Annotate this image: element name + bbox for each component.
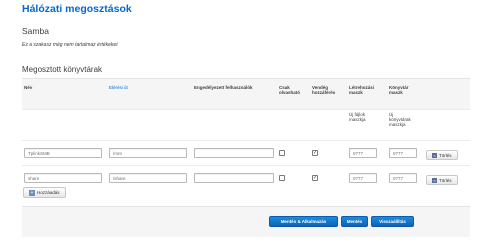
delete-button[interactable]: × Törlés bbox=[426, 150, 458, 160]
save-apply-button[interactable]: Mentés & Alkalmazás bbox=[269, 216, 338, 227]
delete-button-label: Törlés bbox=[439, 153, 452, 158]
table-description-row: Új fájlok maszkja Új könyvtárak maszkja bbox=[22, 109, 470, 141]
guest-checkbox[interactable]: ✓ bbox=[312, 175, 318, 181]
reset-button[interactable]: Visszaállítás bbox=[371, 216, 414, 227]
dirmask-input[interactable]: 0777 bbox=[389, 173, 417, 183]
x-icon: × bbox=[432, 153, 437, 159]
share-users-input[interactable] bbox=[194, 173, 274, 183]
save-button[interactable]: Mentés bbox=[341, 216, 368, 227]
createmask-desc-line2: maszkja bbox=[349, 117, 366, 122]
dirmask-description: Új könyvtárak maszkja bbox=[387, 109, 424, 141]
col-header-name: Név bbox=[22, 78, 107, 110]
x-icon: × bbox=[432, 178, 437, 184]
col-header-actions bbox=[424, 78, 470, 110]
dirmask-header-line2: maszk bbox=[389, 90, 403, 95]
add-button-label: Hozzáadás bbox=[37, 190, 60, 195]
readonly-checkbox[interactable] bbox=[279, 175, 285, 181]
delete-button-label: Törlés bbox=[439, 178, 452, 183]
dirmask-desc-line3: maszkja bbox=[389, 122, 406, 127]
plus-icon: + bbox=[29, 189, 35, 196]
section-note: Ez a szakasz még nem tartalmaz értékeket bbox=[22, 42, 118, 48]
page-title: Hálózati megosztások bbox=[22, 3, 132, 15]
share-path-input[interactable]: /share bbox=[109, 173, 187, 183]
col-header-guest: Vendég hozzáférés bbox=[310, 78, 347, 110]
footer-bar: Mentés & Alkalmazás Mentés Visszaállítás bbox=[22, 206, 470, 237]
share-path-input[interactable]: /mnt bbox=[109, 148, 187, 158]
shares-subheading: Megosztott könyvtárak bbox=[22, 65, 103, 74]
table-row: TplinkSMB /mnt ✓ 0777 0777 × Törlés bbox=[22, 140, 470, 166]
col-header-dirmask: Könyvtár maszk bbox=[387, 78, 424, 110]
table-row: share /share ✓ 0777 0777 × Törlés bbox=[22, 165, 470, 190]
delete-button[interactable]: × Törlés bbox=[426, 175, 458, 185]
add-button[interactable]: + Hozzáadás bbox=[23, 187, 66, 198]
col-header-users: Engedélyezett felhasználók bbox=[192, 78, 277, 110]
createmask-input[interactable]: 0777 bbox=[349, 148, 377, 158]
dirmask-input[interactable]: 0777 bbox=[389, 148, 417, 158]
col-header-createmask: Létrehozási maszk bbox=[347, 78, 387, 110]
createmask-input[interactable]: 0777 bbox=[349, 173, 377, 183]
section-title: Samba bbox=[22, 26, 49, 36]
shares-table: Név Elérési út Engedélyezett felhasználó… bbox=[22, 78, 470, 190]
col-header-readonly: Csak olvasható bbox=[277, 78, 310, 110]
guest-header-line2: hozzáférés bbox=[312, 90, 336, 95]
col-header-path[interactable]: Elérési út bbox=[107, 78, 192, 110]
readonly-checkbox[interactable] bbox=[279, 150, 285, 156]
share-name-input[interactable]: TplinkSMB bbox=[24, 148, 102, 158]
share-name-input[interactable]: share bbox=[24, 173, 102, 183]
share-users-input[interactable] bbox=[194, 148, 274, 158]
guest-checkbox[interactable]: ✓ bbox=[312, 150, 318, 156]
createmask-description: Új fájlok maszkja bbox=[347, 109, 387, 141]
createmask-header-line2: maszk bbox=[349, 90, 363, 95]
readonly-header-line2: olvasható bbox=[279, 90, 301, 95]
table-header-row: Név Elérési út Engedélyezett felhasználó… bbox=[22, 78, 470, 110]
